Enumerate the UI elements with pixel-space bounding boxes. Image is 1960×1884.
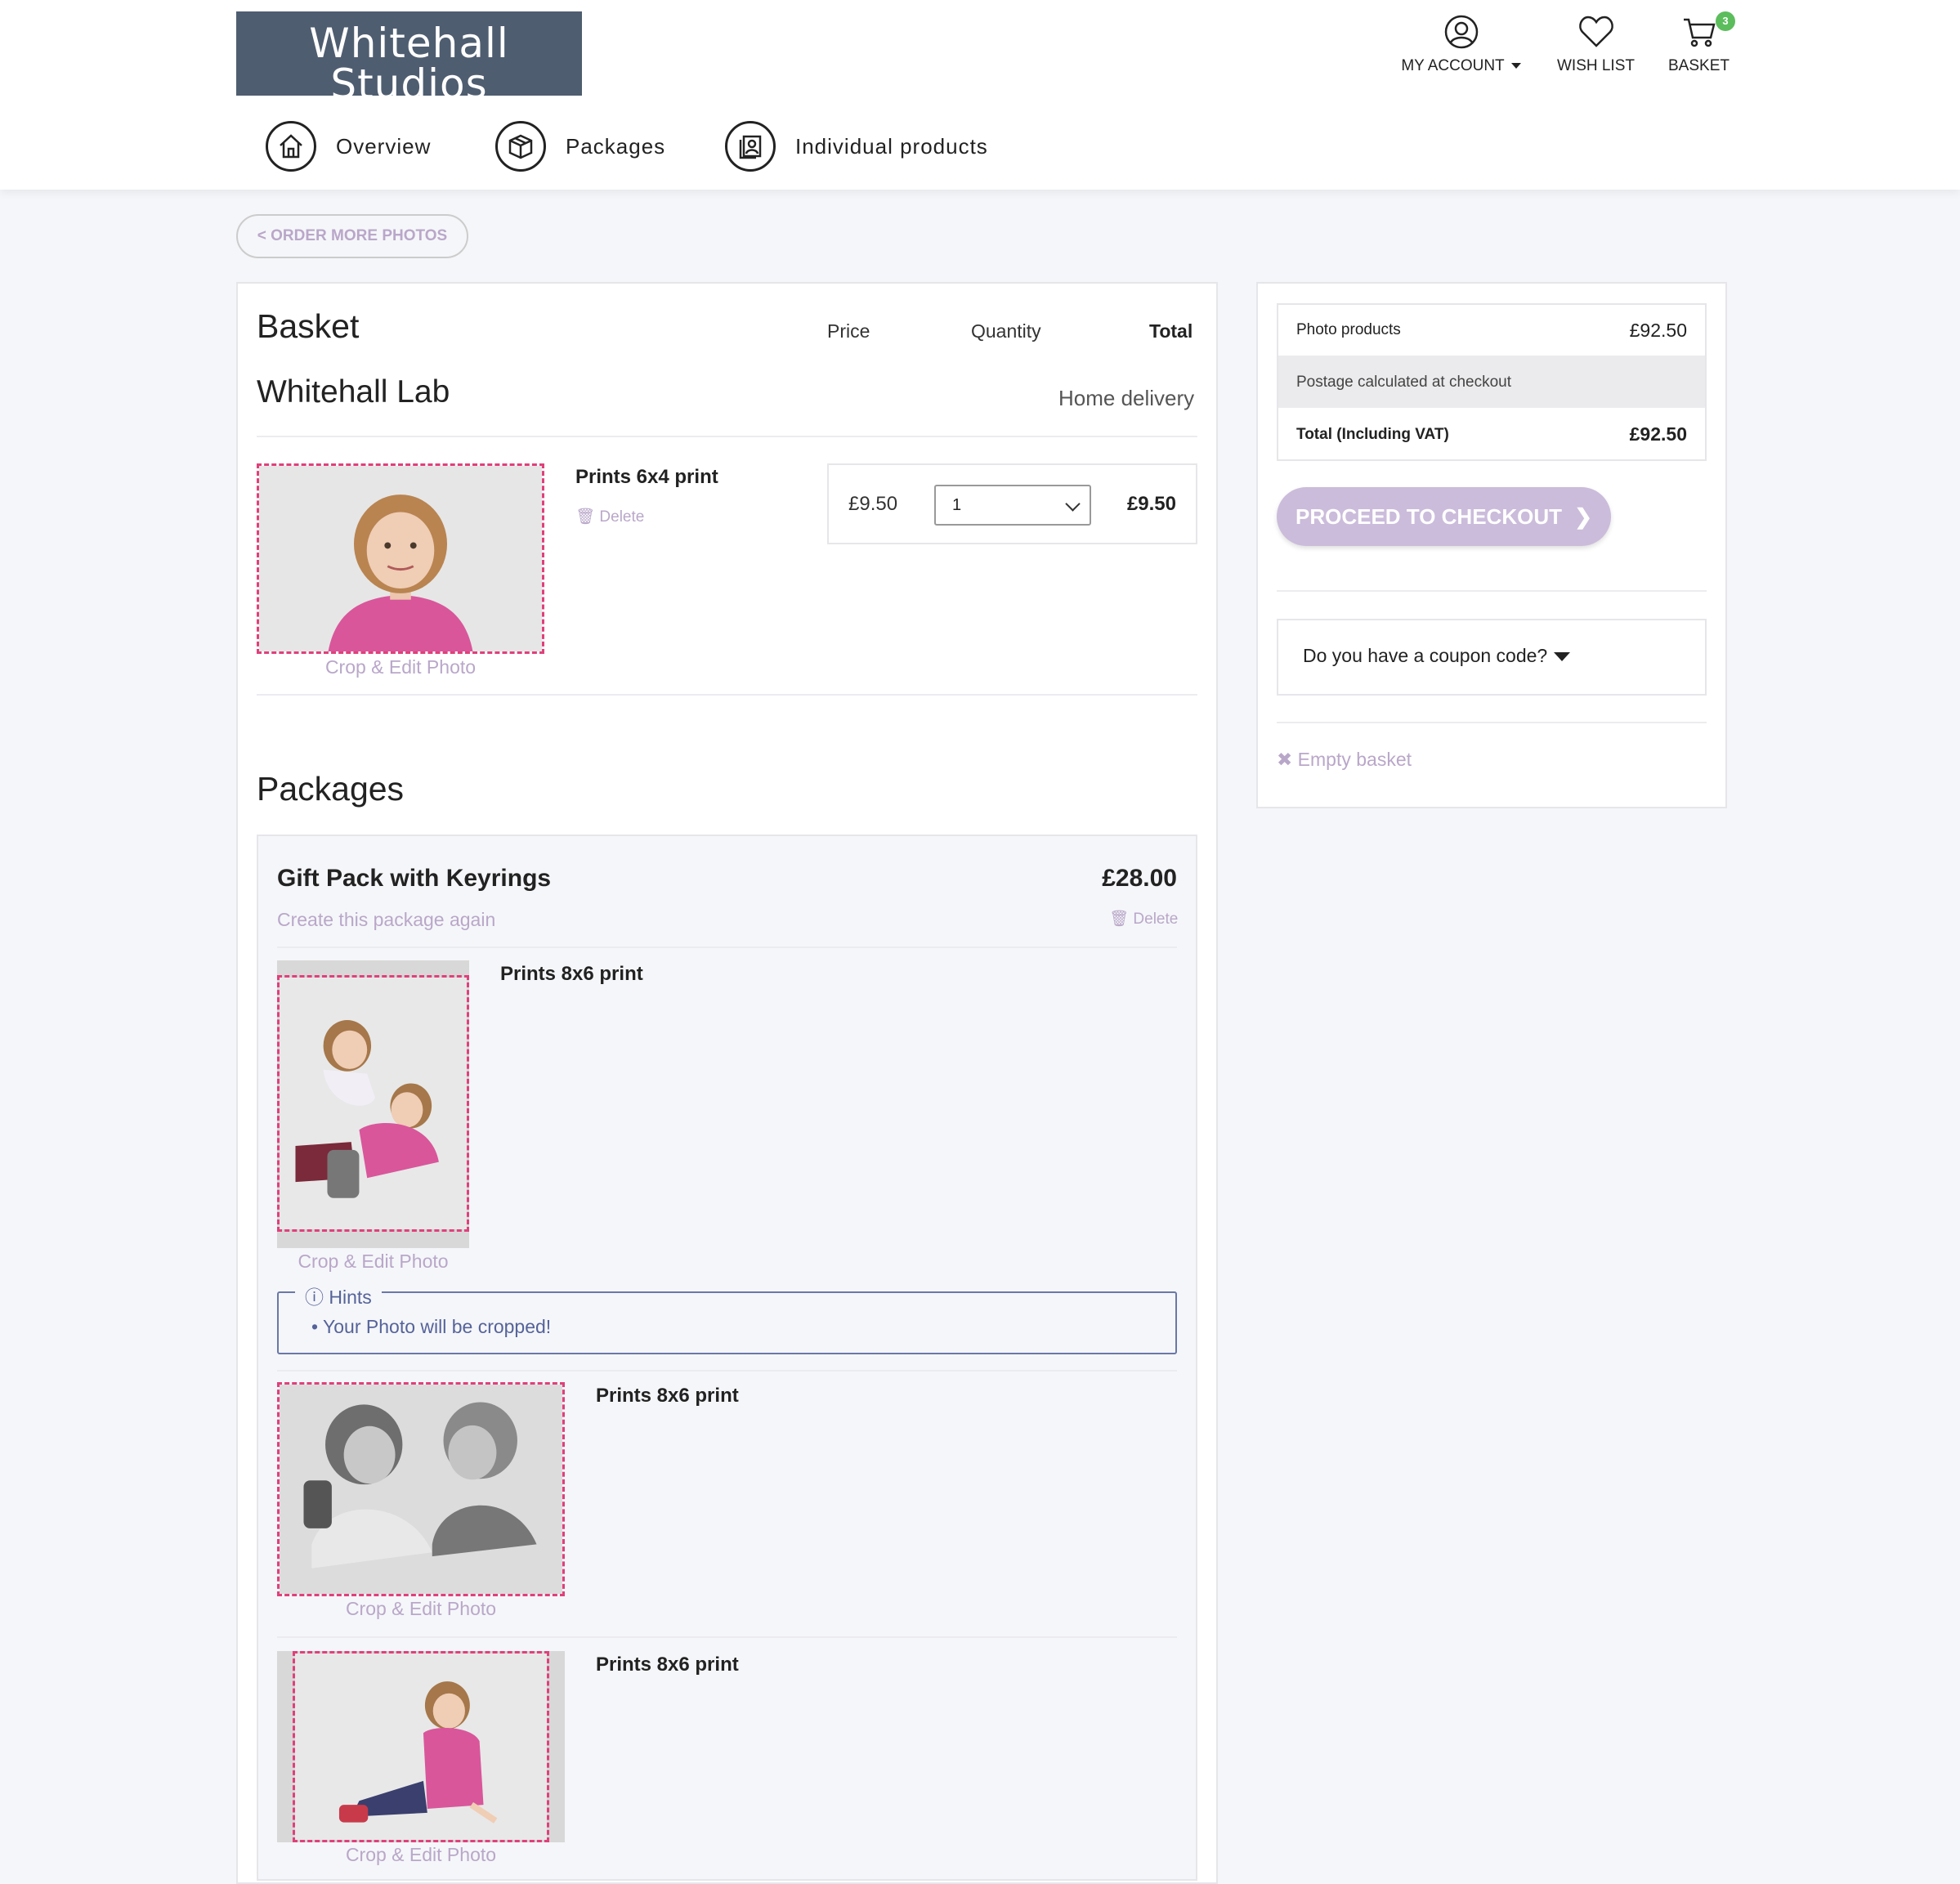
trash-icon: 🗑: [1109, 911, 1130, 928]
caret-down-icon: [1554, 652, 1571, 662]
packages-title: Packages: [257, 770, 405, 808]
checkout-label: PROCEED TO CHECKOUT: [1295, 504, 1562, 529]
nav-packages[interactable]: Packages: [495, 121, 665, 172]
user-icon: [1444, 15, 1478, 49]
child-photo: [259, 466, 542, 651]
package-item-name: Prints 8x6 print: [500, 963, 643, 985]
total-label: Total (Including VAT): [1296, 426, 1449, 443]
divider: [277, 946, 1177, 948]
hints-title: Hints: [329, 1287, 372, 1308]
postage-row: Postage calculated at checkout: [1278, 356, 1705, 408]
crop-edit-photo-link[interactable]: Crop & Edit Photo: [277, 1844, 565, 1866]
item-price: £9.50: [848, 493, 898, 515]
package-item-name: Prints 8x6 print: [596, 1654, 739, 1676]
nav-overview-label: Overview: [336, 133, 432, 159]
trash-icon: 🗑: [575, 508, 596, 526]
coupon-toggle[interactable]: Do you have a coupon code?: [1277, 619, 1707, 696]
empty-basket-label: Empty basket: [1297, 749, 1412, 770]
nav-individual-products[interactable]: Individual products: [725, 121, 988, 172]
price-column-header: Price: [827, 320, 870, 342]
chevron-down-icon: [1065, 496, 1081, 512]
wish-list-label: WISH LIST: [1556, 57, 1635, 74]
info-icon: ⓘ: [305, 1287, 324, 1308]
crop-edit-photo-link[interactable]: Crop & Edit Photo: [257, 656, 544, 678]
total-column-header: Total: [1149, 320, 1193, 342]
basket-label: BASKET: [1668, 57, 1730, 74]
cart-icon: [1683, 18, 1716, 47]
divider: [1277, 722, 1707, 723]
total-value: £92.50: [1629, 423, 1687, 445]
basket-link[interactable]: 3 BASKET: [1664, 11, 1735, 75]
nav-overview[interactable]: Overview: [266, 121, 431, 172]
children-bw-photo: [280, 1385, 562, 1594]
hint-text: Your Photo will be cropped!: [323, 1316, 552, 1337]
empty-basket-link[interactable]: ✖ Empty basket: [1277, 749, 1412, 771]
logo-title: Whitehall Studios: [309, 20, 509, 108]
package-delete-link[interactable]: 🗑 Delete: [1109, 909, 1178, 929]
package-delete-label: Delete: [1133, 911, 1179, 928]
quantity-select[interactable]: 1: [934, 485, 1091, 526]
nav-packages-label: Packages: [566, 133, 666, 159]
package-photo-thumbnail[interactable]: [277, 1382, 565, 1596]
top-header: Whitehall Studios PHOTOGRAPHY WITH ATTIT…: [0, 0, 1960, 190]
package-item-name: Prints 8x6 print: [596, 1385, 739, 1407]
postage-text: Postage calculated at checkout: [1296, 374, 1512, 391]
wish-list-link[interactable]: WISH LIST: [1553, 15, 1639, 75]
item-total: £9.50: [1126, 493, 1176, 515]
close-icon: ✖: [1277, 749, 1293, 770]
item-price-box: £9.50 1 £9.50: [827, 463, 1197, 544]
delivery-method: Home delivery: [1058, 386, 1195, 410]
basket-count-badge: 3: [1716, 11, 1735, 31]
package-photo-thumbnail[interactable]: [277, 975, 469, 1232]
chevron-right-icon: ❯: [1574, 504, 1593, 529]
photo-products-row: Photo products £92.50: [1277, 303, 1707, 356]
package-name: Gift Pack with Keyrings: [277, 865, 552, 892]
divider: [277, 1636, 1177, 1638]
child-sitting-photo: [295, 1654, 547, 1840]
crop-edit-photo-link[interactable]: Crop & Edit Photo: [277, 1598, 565, 1620]
children-photo: [280, 978, 467, 1229]
item-product-name: Prints 6x4 print: [575, 466, 718, 488]
hint-item: • Your Photo will be cropped!: [311, 1316, 552, 1337]
order-more-photos-button[interactable]: < ORDER MORE PHOTOS: [236, 214, 468, 258]
quantity-value: 1: [952, 496, 962, 514]
my-account-label: MY ACCOUNT: [1401, 57, 1505, 74]
photo-products-value: £92.50: [1629, 320, 1687, 341]
quantity-column-header: Quantity: [971, 320, 1041, 342]
item-delete-link[interactable]: 🗑 Delete: [575, 507, 644, 526]
create-package-again-link[interactable]: Create this package again: [277, 909, 495, 931]
logo[interactable]: Whitehall Studios PHOTOGRAPHY WITH ATTIT…: [236, 11, 582, 126]
lab-name: Whitehall Lab: [257, 374, 450, 409]
box-icon: [495, 121, 546, 172]
home-icon: [266, 121, 316, 172]
photos-icon: [725, 121, 776, 172]
divider: [257, 436, 1197, 437]
nav-individual-products-label: Individual products: [795, 133, 988, 159]
hints-legend: ⓘ Hints: [295, 1282, 382, 1309]
crop-edit-photo-link[interactable]: Crop & Edit Photo: [277, 1251, 469, 1273]
coupon-label: Do you have a coupon code?: [1303, 645, 1548, 666]
item-photo-thumbnail[interactable]: [257, 463, 544, 654]
basket-title: Basket: [257, 307, 360, 345]
my-account-menu[interactable]: MY ACCOUNT: [1398, 15, 1524, 75]
photo-products-label: Photo products: [1296, 321, 1401, 338]
package-price: £28.00: [1102, 865, 1177, 892]
item-delete-label: Delete: [599, 508, 645, 526]
heart-icon: [1578, 16, 1613, 47]
proceed-to-checkout-button[interactable]: PROCEED TO CHECKOUT ❯: [1277, 487, 1611, 546]
total-row: Total (Including VAT) £92.50: [1277, 408, 1707, 460]
hints-box: ⓘ Hints • Your Photo will be cropped!: [277, 1282, 1177, 1354]
divider: [257, 694, 1197, 696]
divider: [277, 1370, 1177, 1372]
caret-down-icon: [1510, 63, 1521, 69]
package-photo-thumbnail[interactable]: [293, 1651, 549, 1842]
divider: [1277, 590, 1707, 592]
